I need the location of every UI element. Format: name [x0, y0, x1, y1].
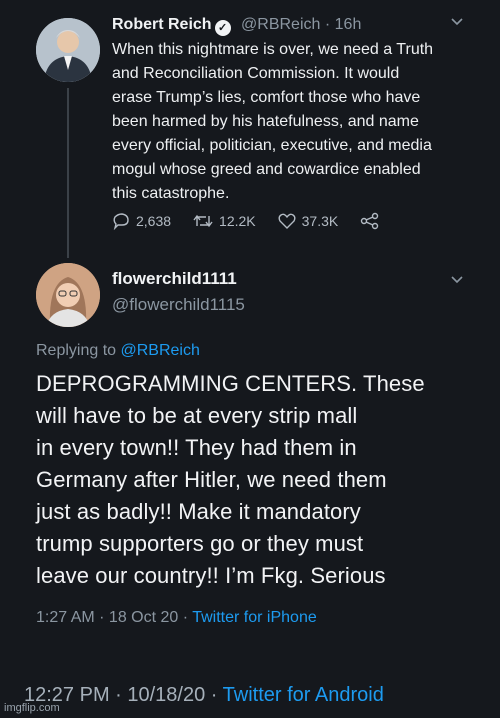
person-icon [36, 263, 100, 327]
tweet1-actions: 2,638 12.2K 37.3K [112, 212, 386, 230]
tweet1-text: When this nightmare is over, we need a T… [112, 38, 492, 206]
tweet-line: erase Trump’s lies, comfort those who ha… [112, 89, 421, 106]
person-icon [36, 18, 100, 82]
separator: · [324, 16, 331, 33]
replying-to: Replying to @RBReich [36, 342, 200, 360]
reply-count: 2,638 [136, 213, 172, 229]
tweet-line: will have to be at every strip mall [36, 403, 358, 428]
footer-source[interactable]: Twitter for Android [223, 684, 384, 706]
footer-meta: 12:27 PM · 10/18/20 · Twitter for Androi… [24, 684, 384, 707]
chevron-down-icon[interactable] [450, 14, 464, 30]
tweet2-author-name[interactable]: flowerchild1111 [112, 269, 237, 289]
tweet-line: trump supporters go or they must [36, 531, 364, 556]
tweet-line: just as badly!! Make it mandatory [36, 499, 361, 524]
reply-icon [113, 213, 129, 230]
retweet-icon [193, 214, 213, 228]
replying-to-link[interactable]: @RBReich [121, 342, 200, 359]
retweet-count: 12.2K [219, 213, 256, 229]
tweet2-meta: 1:27 AM · 18 Oct 20 · Twitter for iPhone [36, 609, 317, 627]
like-button[interactable]: 37.3K [278, 212, 339, 230]
tweet2-author-handle[interactable]: @flowerchild1115 [112, 295, 245, 315]
tweet-line: DEPROGRAMMING CENTERS. These [36, 371, 425, 396]
watermark: imgflip.com [4, 702, 60, 714]
replying-prefix: Replying to [36, 342, 117, 359]
chevron-down-icon[interactable] [450, 272, 464, 290]
verified-badge-icon: ✓ [214, 20, 231, 36]
author-name[interactable]: Robert Reich [112, 16, 212, 33]
tweet-line: in every town!! They had them in [36, 435, 357, 460]
share-button[interactable] [360, 212, 386, 230]
avatar-flowerchild[interactable] [36, 263, 100, 327]
author-handle[interactable]: @RBReich [241, 16, 320, 33]
tweet-line: mogul whose greed and cowardice enabled [112, 161, 421, 178]
tweet-line: every official, politician, executive, a… [112, 137, 432, 154]
tweet-line: When this nightmare is over, we need a T… [112, 41, 434, 58]
share-icon [361, 212, 379, 230]
tweet-line: this catastrophe. [112, 185, 230, 202]
thread-connector [67, 88, 69, 258]
like-count: 37.3K [301, 213, 339, 229]
reply-button[interactable]: 2,638 [112, 212, 171, 230]
tweet2-source[interactable]: Twitter for iPhone [192, 609, 317, 626]
heart-icon [278, 213, 296, 229]
avatar-robert-reich[interactable] [36, 18, 100, 82]
tweet2-text: DEPROGRAMMING CENTERS. These will have t… [36, 368, 496, 592]
tweet2-timestamp[interactable]: 1:27 AM · 18 Oct 20 · [36, 609, 188, 626]
tweet-line: Germany after Hitler, we need them [36, 467, 387, 492]
tweet1-header: Robert Reich ✓ @RBReich · 16h [112, 16, 361, 36]
tweet-line: been harmed by his hatefulness, and name [112, 113, 419, 130]
retweet-button[interactable]: 12.2K [193, 212, 256, 230]
tweet-time[interactable]: 16h [335, 16, 362, 33]
tweet-line: leave our country!! I’m Fkg. Serious [36, 563, 386, 588]
tweet-line: and Reconciliation Commission. It would [112, 65, 400, 82]
